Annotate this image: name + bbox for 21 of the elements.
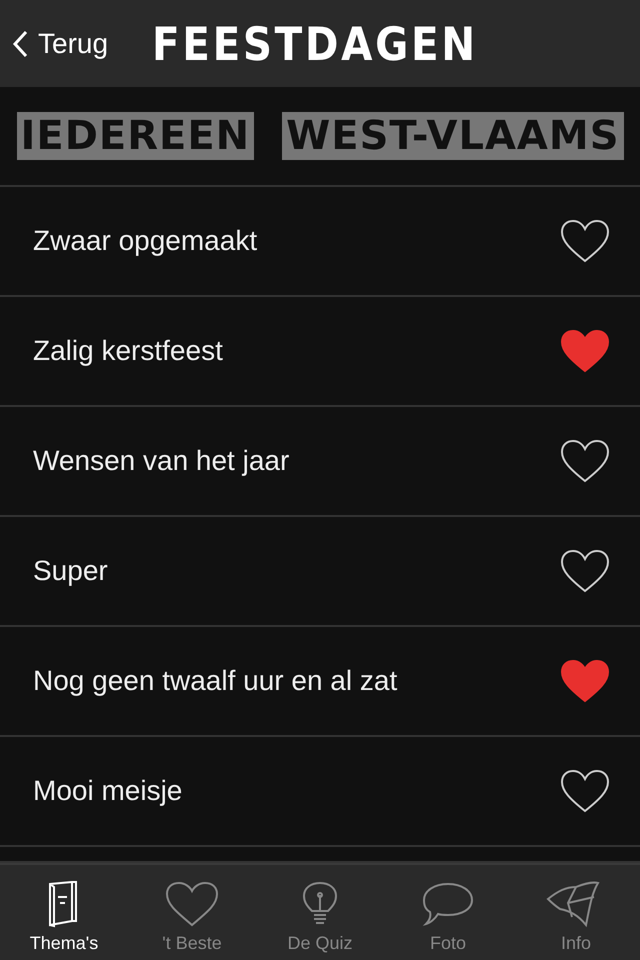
heart-icon[interactable] <box>560 439 610 483</box>
back-button[interactable]: Terug <box>12 28 108 60</box>
filter-button[interactable]: IEDEREEN <box>16 112 254 160</box>
phrase-label[interactable]: Wensen van het jaar <box>33 445 290 477</box>
tab[interactable]: 't Beste <box>128 865 256 960</box>
tab[interactable]: De Quiz <box>256 865 384 960</box>
heart-icon[interactable] <box>560 549 610 593</box>
chevron-left-icon <box>12 30 28 58</box>
phrase-label[interactable]: Zalig kerstfeest <box>33 335 223 367</box>
heart-icon[interactable] <box>560 219 610 263</box>
tab[interactable]: Thema's <box>0 865 128 960</box>
filter-button[interactable]: WEST-VLAAMS <box>282 112 624 160</box>
tab[interactable]: Info <box>512 865 640 960</box>
tab[interactable]: Foto <box>384 865 512 960</box>
back-label[interactable]: Terug <box>38 28 108 60</box>
phrase-label[interactable]: Nog geen twaalf uur en al zat <box>33 665 398 697</box>
phrase-label[interactable]: Super <box>33 555 108 587</box>
phrase-label[interactable]: Mooi meisje <box>33 775 182 807</box>
heart-icon[interactable] <box>560 769 610 813</box>
page-title: FEESTDAGEN <box>152 16 478 70</box>
phrase-label[interactable]: Zwaar opgemaakt <box>33 225 258 257</box>
